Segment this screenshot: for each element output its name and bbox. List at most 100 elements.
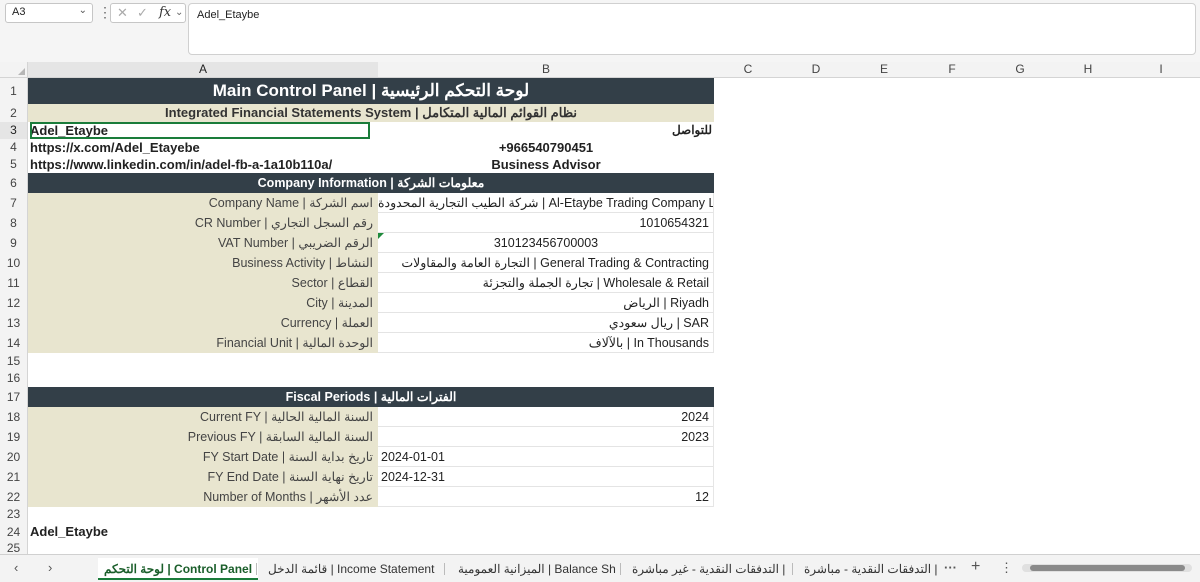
row-header[interactable]: 3 bbox=[0, 122, 28, 139]
current-fy-value[interactable]: 2024 bbox=[378, 407, 714, 427]
row-header[interactable]: 2 bbox=[0, 104, 28, 122]
prev-sheet-icon[interactable]: ‹ bbox=[14, 560, 18, 575]
chevron-down-icon[interactable]: ⌄ bbox=[79, 5, 87, 16]
financial-unit-label: Financial Unit | الوحدة المالية bbox=[28, 333, 378, 353]
number-of-months-value[interactable]: 12 bbox=[378, 487, 714, 507]
cr-number-label: CR Number | رقم السجل التجاري bbox=[28, 213, 378, 233]
company-name-value[interactable]: شركة الطيب التجارية المحدودة | Al-Etaybe… bbox=[378, 193, 714, 213]
row-header[interactable]: 15 bbox=[0, 353, 28, 370]
row-header[interactable]: 18 bbox=[0, 407, 28, 427]
column-header-b[interactable]: B bbox=[378, 62, 714, 78]
row-header[interactable]: 11 bbox=[0, 273, 28, 293]
company-section-header: Company Information | معلومات الشركة bbox=[28, 173, 714, 193]
sector-label: Sector | القطاع bbox=[28, 273, 378, 293]
author-name-cell[interactable]: Adel_Etaybe bbox=[30, 122, 370, 139]
horizontal-scrollbar[interactable] bbox=[1022, 564, 1192, 572]
row-header[interactable]: 4 bbox=[0, 139, 28, 156]
fy-end-date-value[interactable]: 2024-12-31 bbox=[378, 467, 714, 487]
tab-separator bbox=[620, 563, 621, 575]
row-header[interactable]: 16 bbox=[0, 370, 28, 387]
tab-balance-sheet[interactable]: الميزانية العمومية | Balance Sh bbox=[458, 558, 616, 580]
row-header[interactable]: 21 bbox=[0, 467, 28, 487]
row-header[interactable]: 20 bbox=[0, 447, 28, 467]
column-header-f[interactable]: F bbox=[918, 62, 986, 78]
formula-controls: ✕ ✓ fx ⌄ bbox=[110, 3, 186, 23]
row-header[interactable]: 22 bbox=[0, 487, 28, 507]
cancel-icon[interactable]: ✕ bbox=[117, 5, 128, 21]
sheet-tab-bar: ‹ › لوحة التحكم | Control Panel قائمة ال… bbox=[0, 554, 1200, 582]
tab-control-panel[interactable]: لوحة التحكم | Control Panel bbox=[98, 558, 259, 580]
financial-unit-value[interactable]: بالآلاف | In Thousands bbox=[378, 333, 714, 353]
column-header-d[interactable]: D bbox=[782, 62, 850, 78]
row-header[interactable]: 10 bbox=[0, 253, 28, 273]
business-activity-label: Business Activity | النشاط bbox=[28, 253, 378, 273]
footer-author-name: Adel_Etaybe bbox=[30, 524, 109, 539]
insert-function-button[interactable]: fx bbox=[159, 5, 171, 20]
sheet-menu-icon[interactable]: ⋮ bbox=[1000, 560, 1013, 576]
currency-value[interactable]: ريال سعودي | SAR bbox=[378, 313, 714, 333]
more-options-icon[interactable]: ⋮ bbox=[98, 3, 112, 23]
next-sheet-icon[interactable]: › bbox=[48, 560, 52, 575]
previous-fy-value[interactable]: 2023 bbox=[378, 427, 714, 447]
currency-label: Currency | العملة bbox=[28, 313, 378, 333]
column-header-a[interactable]: A bbox=[28, 62, 378, 78]
row-header[interactable]: 14 bbox=[0, 333, 28, 353]
select-all-corner[interactable] bbox=[0, 62, 28, 78]
current-fy-label: Current FY | السنة المالية الحالية bbox=[28, 407, 378, 427]
row-header[interactable]: 17 bbox=[0, 387, 28, 407]
sector-value[interactable]: تجارة الجملة والتجزئة | Wholesale & Reta… bbox=[378, 273, 714, 293]
page-title: Main Control Panel | لوحة التحكم الرئيسي… bbox=[28, 78, 714, 104]
city-value[interactable]: الرياض | Riyadh bbox=[378, 293, 714, 313]
gridline bbox=[713, 407, 714, 507]
add-sheet-icon[interactable]: + bbox=[971, 558, 980, 576]
tab-direct-cash-flow[interactable]: التدفقات النقدية - مباشرة | bbox=[804, 558, 938, 580]
row-header[interactable]: 25 bbox=[0, 542, 28, 554]
error-indicator-icon bbox=[378, 233, 384, 239]
x-profile-link[interactable]: https://x.com/Adel_Etayebe bbox=[30, 139, 376, 156]
role-title: Business Advisor bbox=[491, 157, 601, 172]
row-header[interactable]: 23 bbox=[0, 507, 28, 522]
row-header[interactable]: 8 bbox=[0, 213, 28, 233]
name-box[interactable]: A3 ⌄ bbox=[5, 3, 93, 23]
vat-number-label: VAT Number | الرقم الضريبي bbox=[28, 233, 378, 253]
confirm-icon[interactable]: ✓ bbox=[137, 5, 148, 21]
row-header[interactable]: 1 bbox=[0, 78, 28, 104]
row-header[interactable]: 24 bbox=[0, 522, 28, 542]
tab-indirect-cash-flow[interactable]: التدفقات النقدية - غير مباشرة | bbox=[632, 558, 785, 580]
scrollbar-thumb[interactable] bbox=[1030, 565, 1185, 571]
row-header[interactable]: 13 bbox=[0, 313, 28, 333]
column-header-c[interactable]: C bbox=[714, 62, 782, 78]
cr-number-value[interactable]: 1010654321 bbox=[378, 213, 714, 233]
tab-income-statement[interactable]: قائمة الدخل | Income Statement bbox=[268, 558, 434, 580]
row-header[interactable]: 19 bbox=[0, 427, 28, 447]
fiscal-section-header: Fiscal Periods | الفترات المالية bbox=[28, 387, 714, 407]
phone-number: +966540790451 bbox=[498, 140, 594, 155]
linkedin-link[interactable]: https://www.linkedin.com/in/adel-fb-a-1a… bbox=[30, 156, 376, 173]
formula-input[interactable]: Adel_Etaybe bbox=[188, 3, 1196, 55]
city-label: City | المدينة bbox=[28, 293, 378, 313]
business-activity-value[interactable]: التجارة العامة والمقاولات | General Trad… bbox=[378, 253, 714, 273]
previous-fy-label: Previous FY | السنة المالية السابقة bbox=[28, 427, 378, 447]
column-header-h[interactable]: H bbox=[1054, 62, 1122, 78]
row-header[interactable]: 7 bbox=[0, 193, 28, 213]
page-subtitle: Integrated Financial Statements System |… bbox=[28, 104, 714, 122]
row-header[interactable]: 9 bbox=[0, 233, 28, 253]
row-header[interactable]: 5 bbox=[0, 156, 28, 173]
tab-separator bbox=[792, 563, 793, 575]
contact-label: للتواصل bbox=[671, 123, 712, 137]
column-header-g[interactable]: G bbox=[986, 62, 1054, 78]
formula-bar-area: A3 ⌄ ⋮ ✕ ✓ fx ⌄ Adel_Etaybe bbox=[0, 0, 1200, 62]
more-sheets-icon[interactable]: ··· bbox=[944, 560, 957, 575]
company-name-label: Company Name | اسم الشركة bbox=[28, 193, 378, 213]
row-header[interactable]: 12 bbox=[0, 293, 28, 313]
column-header-e[interactable]: E bbox=[850, 62, 918, 78]
vat-number-value[interactable]: 310123456700003 bbox=[378, 233, 714, 253]
fy-start-date-label: FY Start Date | تاريخ بداية السنة bbox=[28, 447, 378, 467]
fy-start-date-value[interactable]: 2024-01-01 bbox=[378, 447, 714, 467]
column-header-i[interactable]: I bbox=[1122, 62, 1200, 78]
name-box-value: A3 bbox=[12, 6, 26, 18]
tab-separator bbox=[444, 563, 445, 575]
chevron-down-icon[interactable]: ⌄ bbox=[175, 7, 183, 18]
row-header[interactable]: 6 bbox=[0, 173, 28, 193]
fy-end-date-label: FY End Date | تاريخ نهاية السنة bbox=[28, 467, 378, 487]
